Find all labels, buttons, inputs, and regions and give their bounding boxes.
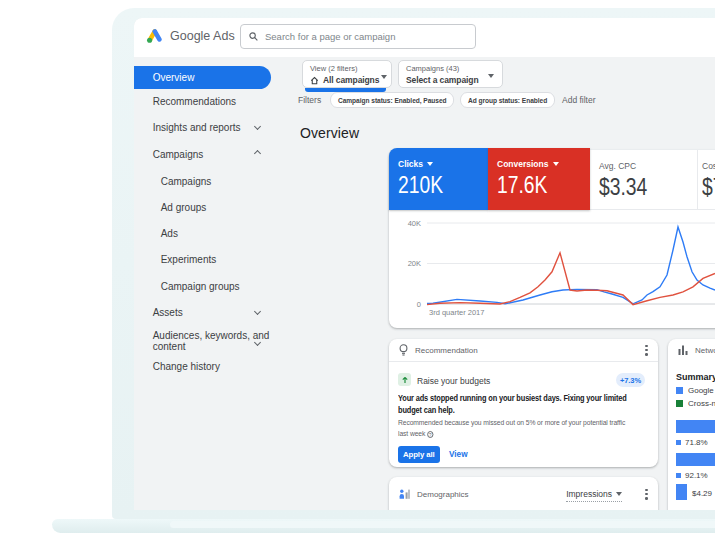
chevron-down-icon — [254, 308, 261, 315]
search-icon — [249, 32, 258, 41]
legend-item: Google search — [676, 386, 715, 395]
filter-chip[interactable]: Campaign status: Enabled, Paused — [330, 92, 454, 108]
recommendation-headline: Your ads stopped running on your busiest… — [398, 392, 646, 417]
google-ads-logo-icon — [145, 28, 162, 43]
campaign-selector[interactable]: Campaigns (43) Select a campaign — [398, 60, 503, 88]
svg-text:40K: 40K — [408, 219, 421, 228]
view-selector-caret-icon — [381, 75, 387, 79]
demographics-menu-icon[interactable] — [645, 487, 648, 501]
demographics-card: Demographics Impressions — [389, 477, 658, 510]
sidebar-item-experiments[interactable]: Experiments — [161, 255, 217, 266]
recommendation-menu-icon[interactable] — [645, 343, 648, 357]
scorecard-clicks[interactable]: Clicks210K — [389, 148, 488, 210]
chart-x-axis-label: 3rd quarter 2017 — [429, 308, 484, 317]
google-ads-logo[interactable]: Google Ads — [145, 28, 235, 43]
campaign-selector-caption: Campaigns (43) — [406, 64, 495, 73]
apply-all-button[interactable]: Apply all — [398, 446, 440, 463]
app-header: Google Ads Search for a page or campaign — [134, 18, 715, 57]
scorecard-conversions[interactable]: Conversions17.6K — [488, 148, 590, 210]
demographics-card-title: Demographics — [417, 490, 469, 499]
google-ads-app: Google Ads Search for a page or campaign… — [134, 18, 715, 510]
demographics-metric-selector[interactable]: Impressions — [566, 489, 622, 502]
filters-label: Filters — [298, 95, 321, 105]
sidebar-item-ad-groups[interactable]: Ad groups — [161, 203, 207, 214]
sidebar-item-campaigns-sub[interactable]: Campaigns — [161, 177, 212, 188]
svg-text:20K: 20K — [408, 259, 421, 268]
sidebar-item-recommendations[interactable]: Recommendations — [153, 97, 236, 108]
search-placeholder: Search for a page or campaign — [265, 31, 395, 42]
laptop-keyboard-recess — [170, 521, 715, 528]
demographics-icon — [399, 489, 410, 499]
network-bar-label: 71.8% — [676, 438, 708, 447]
campaign-selector-value: Select a campaign — [406, 75, 478, 85]
recommendation-item-title[interactable]: Raise your budgets — [417, 376, 490, 386]
chart-line-conversions — [427, 253, 715, 305]
sidebar-item-insights-and-reports[interactable]: Insights and reports — [153, 123, 241, 134]
divider — [389, 361, 658, 362]
raise-budgets-icon — [398, 373, 411, 386]
scorecard-row: Clicks210KConversions17.6KAvg. CPC$3.34C… — [389, 150, 715, 210]
legend-item: Cross-network — [676, 399, 715, 408]
chart-line-clicks — [427, 227, 715, 304]
view-selector-caption: View (2 filters) — [310, 64, 384, 73]
overview-chart-card: Clicks210KConversions17.6KAvg. CPC$3.34C… — [389, 150, 715, 328]
chevron-down-icon — [254, 123, 261, 130]
brand-name: Google Ads — [170, 29, 235, 43]
sidebar-item-overview[interactable]: Overview — [153, 73, 195, 84]
laptop-screen: Google Ads Search for a page or campaign… — [112, 8, 715, 519]
recommendation-card: Recommendation Raise your budgets +7.3% … — [389, 339, 658, 467]
sidebar-item-campaign-groups[interactable]: Campaign groups — [161, 282, 240, 293]
performance-line-chart: 40K 20K 0 3rd quarter 2017 — [389, 212, 715, 328]
home-icon — [310, 76, 319, 85]
search-input[interactable]: Search for a page or campaign — [240, 24, 476, 49]
recommendation-explanation: Recommended because you missed out on 5%… — [398, 418, 630, 439]
laptop-mockup: Google Ads Search for a page or campaign… — [0, 0, 715, 537]
svg-text:0: 0 — [417, 300, 421, 309]
info-icon[interactable]: ? — [427, 431, 433, 438]
campaign-selector-caret-icon — [488, 74, 494, 78]
network-bar — [676, 453, 715, 466]
network-bar-label: 92.1% — [676, 471, 708, 480]
sidebar-item-assets[interactable]: Assets — [153, 308, 183, 319]
sidebar-item-audiences-keywords-content[interactable]: Audiences, keywords, and content — [153, 331, 270, 352]
view-selector-value: All campaigns — [323, 75, 379, 85]
add-filter-button[interactable]: Add filter — [562, 95, 596, 105]
sidebar-item-campaigns[interactable]: Campaigns — [153, 150, 204, 161]
view-selector[interactable]: View (2 filters) All campaigns — [302, 60, 392, 88]
filter-chip[interactable]: Ad group status: Enabled — [460, 92, 555, 108]
view-link[interactable]: View — [449, 450, 468, 459]
networks-value: $4.29 — [692, 489, 712, 498]
network-bar — [676, 420, 715, 433]
scorecard-cost[interactable]: Cost$7 — [697, 150, 715, 209]
laptop-base — [52, 519, 715, 533]
bar-chart-icon — [678, 345, 688, 355]
lightbulb-icon — [399, 344, 408, 356]
chevron-up-icon — [254, 150, 261, 157]
networks-subtitle: Summary of — [676, 372, 715, 382]
page-title: Overview — [300, 125, 359, 141]
networks-card: Networks Summary of $4.29 Google search C… — [668, 339, 715, 510]
networks-card-title: Networks — [695, 346, 715, 355]
sidebar-item-change-history[interactable]: Change history — [153, 362, 220, 373]
uplift-badge: +7.3% — [616, 373, 645, 387]
sidebar-item-ads[interactable]: Ads — [161, 229, 178, 240]
networks-value-swatch — [676, 484, 687, 500]
scorecard-avg-cpc[interactable]: Avg. CPC$3.34 — [590, 150, 697, 209]
recommendation-card-title: Recommendation — [415, 346, 478, 355]
